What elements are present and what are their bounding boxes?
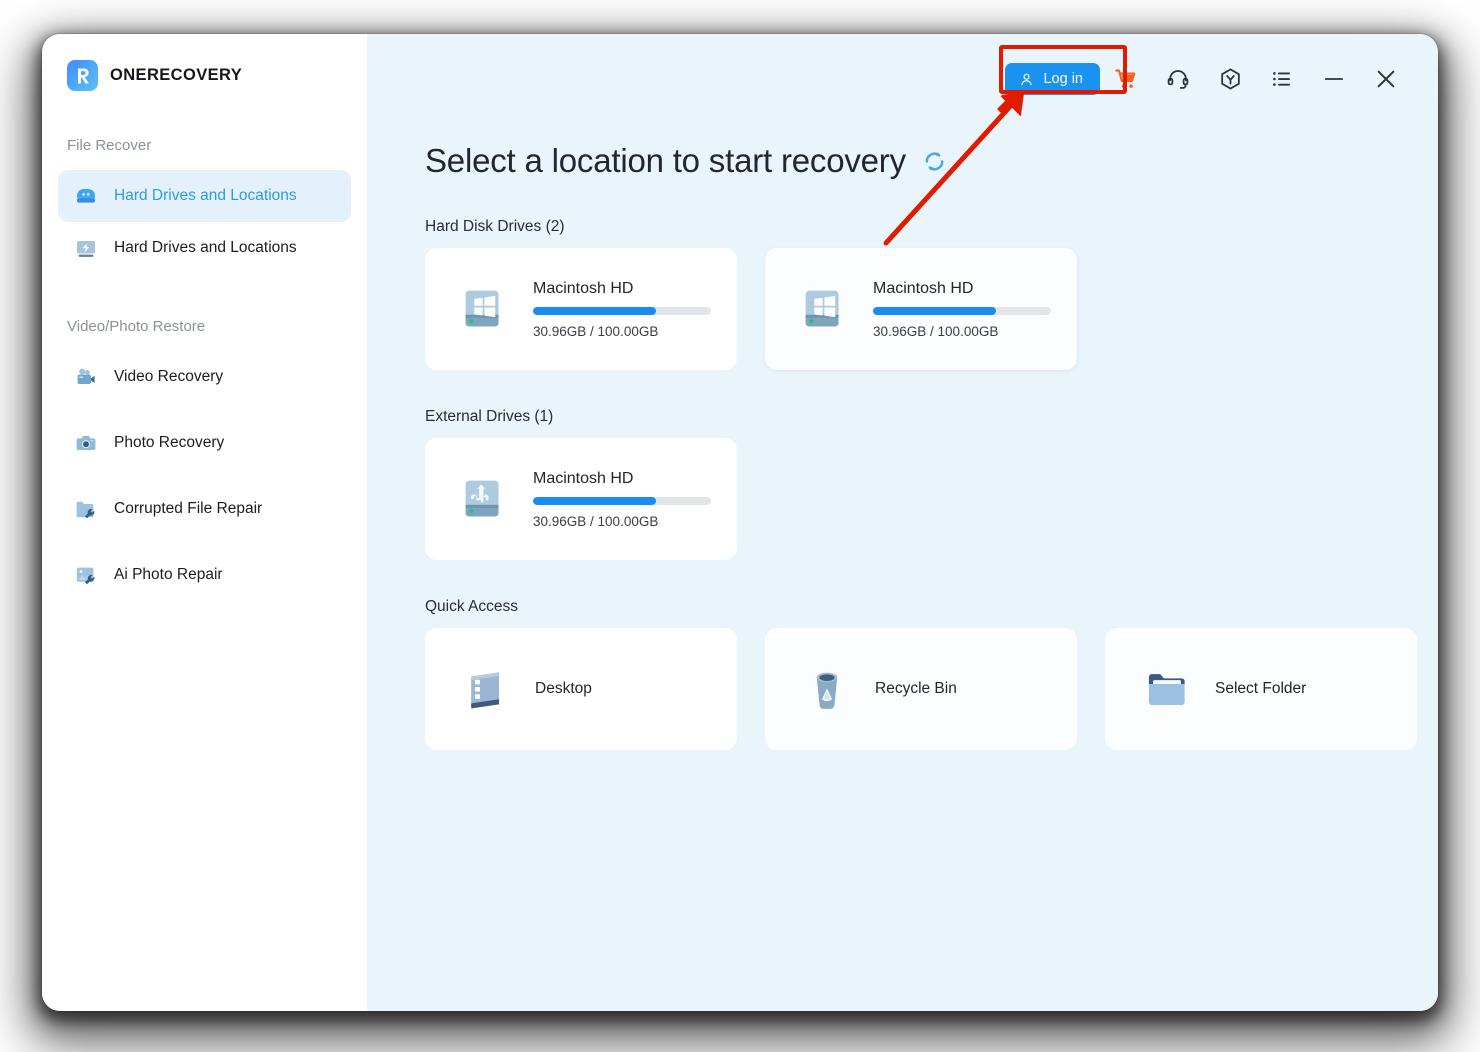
sidebar-item-corrupted-file-repair[interactable]: Corrupted File Repair	[58, 483, 351, 535]
app-window: ONERECOVERY File Recover	[42, 34, 1438, 1011]
gift-hexagon-icon[interactable]	[1204, 57, 1256, 101]
usage-bar	[873, 307, 1051, 315]
sidebar-section-label: File Recover	[42, 137, 367, 154]
sidebar-item-hard-drives-and-locations-crashed[interactable]: Hard Drives and Locations	[58, 222, 351, 274]
quick-access-list: Desktop Recycle Bin	[425, 628, 1438, 750]
drive-info: Macintosh HD 30.96GB / 100.00GB	[533, 470, 717, 529]
drive-capacity: 30.96GB / 100.00GB	[533, 324, 717, 339]
sidebar-item-photo-recovery[interactable]: Photo Recovery	[58, 417, 351, 469]
sidebar-item-hard-drives-and-locations[interactable]: Hard Drives and Locations	[58, 170, 351, 222]
minimize-icon[interactable]	[1308, 57, 1360, 101]
headset-icon[interactable]	[1152, 57, 1204, 101]
group-label-hard-disk-drives: Hard Disk Drives (2)	[425, 218, 1438, 236]
sidebar-item-label: Hard Drives and Locations	[114, 239, 297, 257]
drive-card[interactable]: Macintosh HD 30.96GB / 100.00GB	[425, 438, 737, 560]
usage-bar	[533, 497, 711, 505]
main-content: Log in	[367, 34, 1438, 1011]
brand: ONERECOVERY	[42, 34, 367, 91]
usage-bar-fill	[533, 307, 656, 315]
hard-drive-icon	[72, 182, 100, 210]
login-button[interactable]: Log in	[1005, 63, 1100, 95]
sidebar-item-ai-photo-repair[interactable]: Ai Photo Repair	[58, 549, 351, 601]
crashed-drive-icon	[72, 234, 100, 262]
drive-capacity: 30.96GB / 100.00GB	[873, 324, 1057, 339]
drive-name: Macintosh HD	[533, 280, 717, 298]
close-icon[interactable]	[1360, 57, 1412, 101]
user-icon	[1019, 72, 1034, 87]
quick-access-label: Recycle Bin	[875, 680, 957, 698]
drive-name: Macintosh HD	[533, 470, 717, 488]
camera-icon	[72, 429, 100, 457]
sidebar-section-label: Video/Photo Restore	[42, 318, 367, 335]
drive-info: Macintosh HD 30.96GB / 100.00GB	[533, 280, 717, 339]
sidebar-item-label: Photo Recovery	[114, 434, 224, 452]
image-wrench-icon	[72, 561, 100, 589]
sidebar: ONERECOVERY File Recover	[42, 34, 367, 1011]
drive-info: Macintosh HD 30.96GB / 100.00GB	[873, 280, 1057, 339]
sidebar-item-label: Ai Photo Repair	[114, 566, 223, 584]
quick-access-select-folder[interactable]: Select Folder	[1105, 628, 1417, 750]
drive-name: Macintosh HD	[873, 280, 1057, 298]
folder-icon	[1141, 663, 1193, 715]
desktop-icon	[461, 663, 513, 715]
quick-access-desktop[interactable]: Desktop	[425, 628, 737, 750]
folder-wrench-icon	[72, 495, 100, 523]
windows-hard-drive-icon	[453, 278, 515, 340]
sidebar-item-label: Video Recovery	[114, 368, 223, 386]
quick-access-label: Select Folder	[1215, 680, 1306, 698]
usage-bar-fill	[873, 307, 996, 315]
usb-hard-drive-icon	[453, 468, 515, 530]
sidebar-section-file-recover: File Recover Hard Drives and Locations	[42, 137, 367, 274]
usage-bar-fill	[533, 497, 656, 505]
group-label-quick-access: Quick Access	[425, 598, 1438, 616]
drive-card[interactable]: Macintosh HD 30.96GB / 100.00GB	[425, 248, 737, 370]
menu-list-icon[interactable]	[1256, 57, 1308, 101]
hard-disk-drives-list: Macintosh HD 30.96GB / 100.00GB	[425, 248, 1438, 370]
drive-capacity: 30.96GB / 100.00GB	[533, 514, 717, 529]
sidebar-item-video-recovery[interactable]: Video Recovery	[58, 351, 351, 403]
sidebar-item-label: Corrupted File Repair	[114, 500, 262, 518]
external-drives-list: Macintosh HD 30.96GB / 100.00GB	[425, 438, 1438, 560]
quick-access-recycle-bin[interactable]: Recycle Bin	[765, 628, 1077, 750]
refresh-icon[interactable]	[922, 149, 947, 174]
video-camera-icon	[72, 363, 100, 391]
brand-name: ONERECOVERY	[110, 66, 242, 85]
usage-bar	[533, 307, 711, 315]
onerecovery-logo-icon	[67, 60, 98, 91]
page-title: Select a location to start recovery	[425, 142, 906, 180]
windows-hard-drive-icon	[793, 278, 855, 340]
drive-card[interactable]: Macintosh HD 30.96GB / 100.00GB	[765, 248, 1077, 370]
login-button-label: Log in	[1043, 71, 1083, 87]
cart-icon[interactable]	[1100, 57, 1152, 101]
sidebar-item-label: Hard Drives and Locations	[114, 187, 297, 205]
recycle-bin-icon	[801, 663, 853, 715]
sidebar-section-video-photo-restore: Video/Photo Restore Video	[42, 318, 367, 601]
window-toolbar: Log in	[1005, 56, 1412, 102]
quick-access-label: Desktop	[535, 680, 592, 698]
screenshot-root: ONERECOVERY File Recover	[0, 0, 1480, 1052]
group-label-external-drives: External Drives (1)	[425, 408, 1438, 426]
